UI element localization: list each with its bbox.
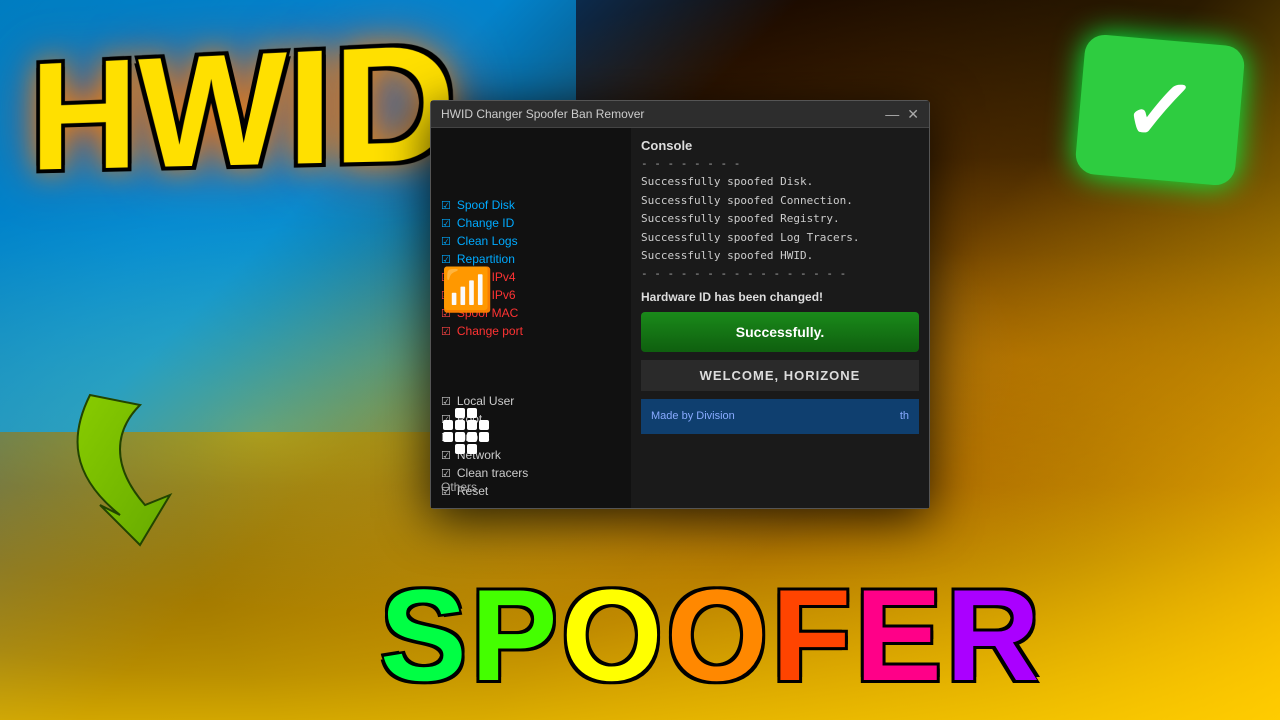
label-spoof-disk: Spoof Disk (457, 198, 515, 212)
spoofer-title: SPOOFER (380, 570, 1044, 700)
grid-icon (443, 408, 489, 454)
title-bar: HWID Changer Spoofer Ban Remover — ✕ (431, 101, 929, 128)
console-log-3: Successfully spoofed Registry. (641, 211, 919, 228)
checkbox-local-user: ☑ (441, 395, 451, 408)
spoofer-o2: O (667, 562, 772, 708)
console-log-2: Successfully spoofed Connection. (641, 193, 919, 210)
list-item: ☑ Spoof Disk (431, 196, 631, 214)
checkmark-badge (1074, 33, 1246, 186)
app-body: 📶 ☑ Spoof Disk ☑ Change ID ☑ Clean Logs … (431, 128, 929, 508)
left-panel: 📶 ☑ Spoof Disk ☑ Change ID ☑ Clean Logs … (431, 128, 631, 508)
discord-text: th (900, 410, 909, 422)
checkbox-repartition: ☑ (441, 253, 451, 266)
console-log-5: Successfully spoofed HWID. (641, 248, 919, 265)
hw-changed-text: Hardware ID has been changed! (641, 290, 919, 304)
minimize-button[interactable]: — (885, 107, 899, 121)
hwid-title: HWID (30, 18, 456, 193)
list-item: ☑ Change ID (431, 214, 631, 232)
spoofer-e: E (855, 562, 946, 708)
spoofer-o1: O (561, 562, 666, 708)
label-clean-logs: Clean Logs (457, 234, 518, 248)
arrow-graphic (60, 375, 280, 560)
checkbox-change-port: ☑ (441, 325, 451, 338)
success-button[interactable]: Successfully. (641, 312, 919, 352)
checkbox-change-id: ☑ (441, 217, 451, 230)
label-repartition: Repartition (457, 252, 515, 266)
made-by-text: Made by Division (651, 410, 735, 422)
app-window: HWID Changer Spoofer Ban Remover — ✕ 📶 ☑… (430, 100, 930, 509)
console-log-4: Successfully spoofed Log Tracers. (641, 230, 919, 247)
bottom-bar: Made by Division th (641, 399, 919, 434)
others-label: Others (441, 480, 477, 494)
label-local-user: Local User (457, 394, 514, 408)
window-controls: — ✕ (885, 107, 919, 121)
wifi-icon: 📶 (441, 266, 493, 315)
window-title: HWID Changer Spoofer Ban Remover (441, 107, 644, 121)
console-log-1: Successfully spoofed Disk. (641, 174, 919, 191)
console-divider: - - - - - - - - (641, 157, 919, 170)
welcome-text: WELCOME, HORIZONE (641, 360, 919, 391)
checkbox-spoof-disk: ☑ (441, 199, 451, 212)
label-change-id: Change ID (457, 216, 514, 230)
label-change-port: Change port (457, 324, 523, 338)
spoofer-r: R (946, 562, 1044, 708)
label-clean-tracers: Clean tracers (457, 466, 528, 480)
console-divider-2: - - - - - - - - - - - - - - - - (641, 267, 919, 280)
checkbox-clean-logs: ☑ (441, 235, 451, 248)
close-button[interactable]: ✕ (907, 107, 919, 121)
right-panel: Console - - - - - - - - Successfully spo… (631, 128, 929, 508)
spoofer-f: F (772, 562, 855, 708)
spoofer-p: P (471, 562, 562, 708)
list-item: ☑ Change port (431, 322, 631, 340)
list-item: ☑ Clean Logs (431, 232, 631, 250)
checkbox-clean-tracers: ☑ (441, 467, 451, 480)
console-title: Console (641, 138, 919, 153)
spoofer-s: S (380, 562, 471, 708)
